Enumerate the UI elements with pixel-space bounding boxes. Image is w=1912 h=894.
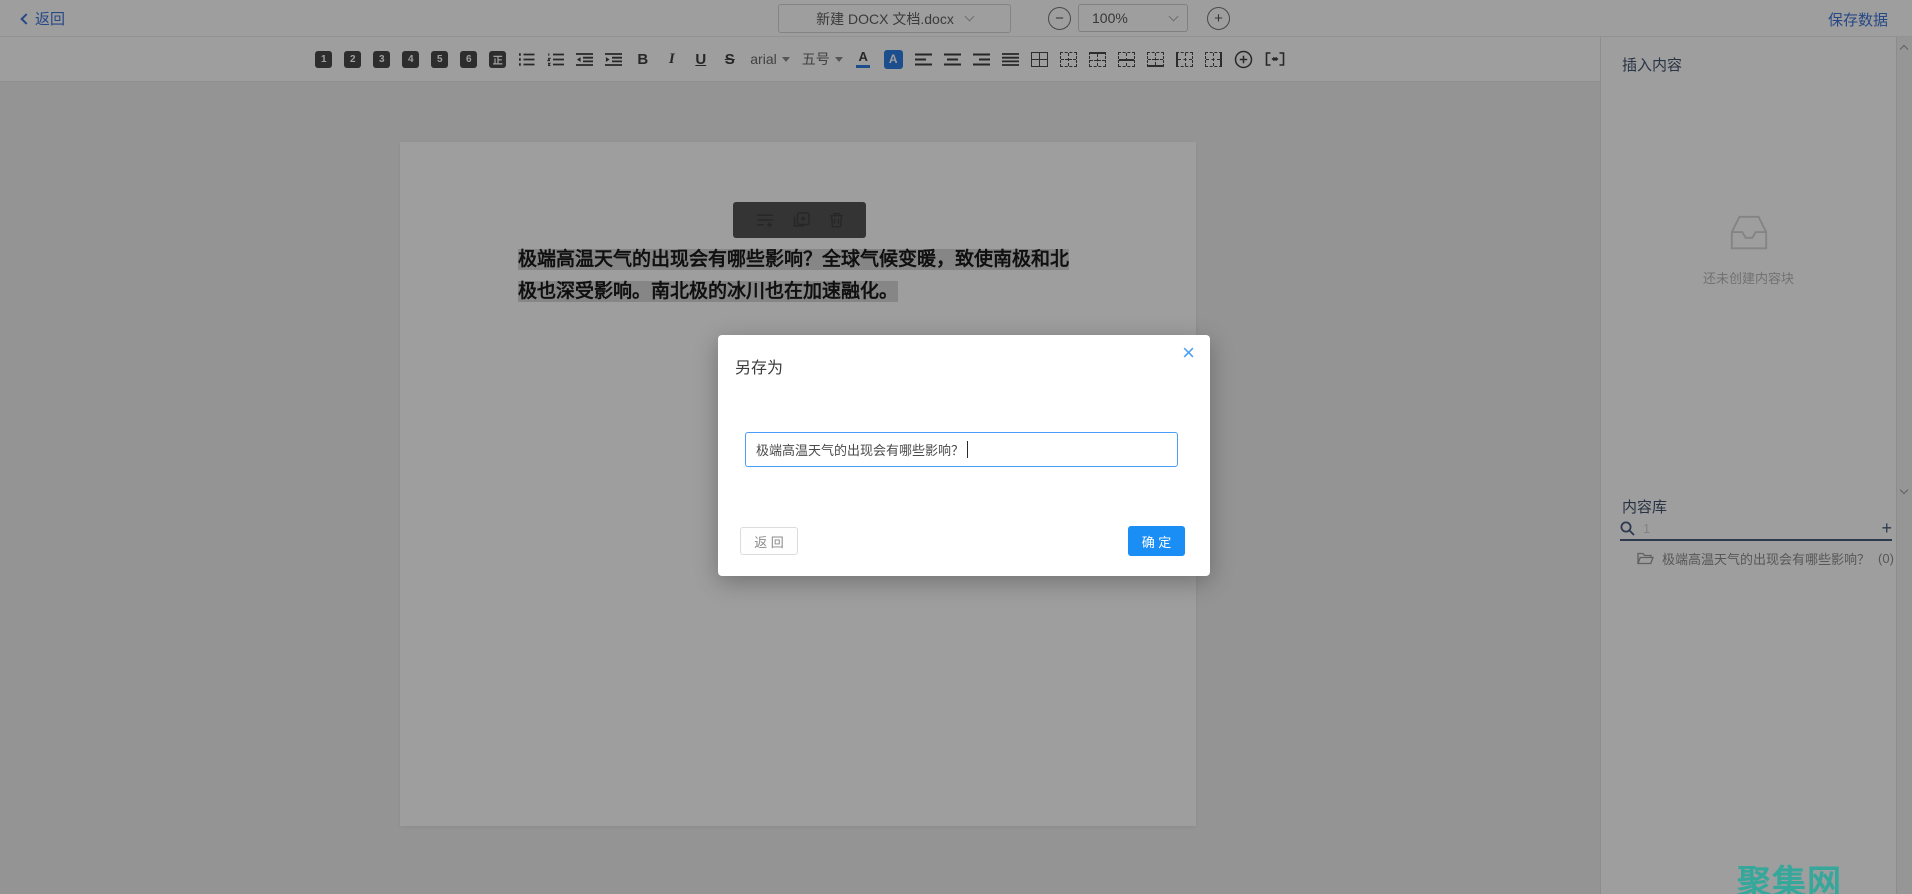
site-watermark: 聚集网 (1737, 864, 1842, 894)
dialog-back-button[interactable]: 返 回 (740, 527, 798, 555)
dialog-confirm-button[interactable]: 确 定 (1128, 526, 1185, 556)
filename-input[interactable]: 极端高温天气的出现会有哪些影响？ (745, 432, 1178, 467)
dialog-close-button[interactable]: × (1182, 342, 1195, 364)
text-caret (967, 441, 969, 458)
dialog-title: 另存为 (735, 360, 784, 377)
dialog-confirm-label: 确 定 (1141, 534, 1172, 550)
filename-value: 极端高温天气的出现会有哪些影响？ (756, 443, 965, 458)
dialog-back-label: 返 回 (754, 534, 784, 550)
save-as-dialog: 另存为 × 极端高温天气的出现会有哪些影响？ 返 回 确 定 (718, 335, 1210, 576)
